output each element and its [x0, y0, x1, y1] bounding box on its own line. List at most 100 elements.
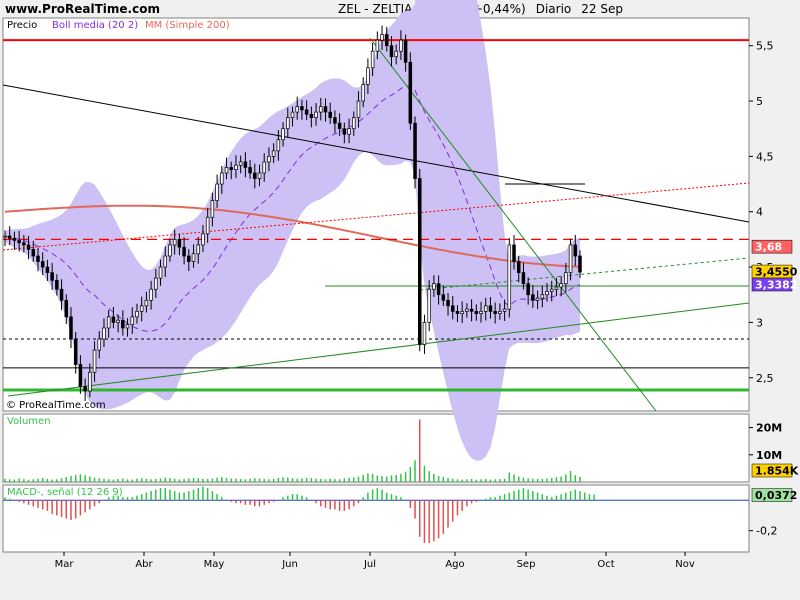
- candle-body: [413, 122, 417, 179]
- candle-body: [271, 150, 276, 157]
- candle-body: [418, 178, 422, 345]
- candle-body: [465, 308, 469, 312]
- candle-body: [121, 319, 125, 329]
- candle-body: [422, 322, 427, 345]
- candle-body: [488, 305, 493, 312]
- candle-body: [493, 311, 497, 314]
- candle-body: [385, 34, 389, 47]
- candle-body: [3, 235, 7, 238]
- candle-body: [111, 316, 116, 323]
- candle-body: [540, 294, 545, 299]
- candle-body: [559, 283, 563, 288]
- candle-body: [436, 283, 441, 296]
- candle-body: [394, 50, 398, 58]
- candle-body: [172, 239, 177, 246]
- candle-body: [69, 316, 73, 340]
- candle-body: [40, 261, 45, 268]
- candle-body: [356, 100, 361, 118]
- candle-body: [55, 280, 59, 290]
- candle-body: [73, 338, 78, 365]
- volume-tick-label: 20M: [756, 422, 782, 435]
- level-368-box: 3,68: [751, 239, 793, 254]
- candle-body: [403, 39, 408, 63]
- boll-mid-box: 3,3382: [751, 277, 797, 291]
- candle: [408, 52, 413, 130]
- candle-body: [205, 216, 210, 235]
- volume-panel[interactable]: [2, 413, 750, 483]
- candle-body: [512, 244, 516, 262]
- candle-body: [389, 45, 394, 58]
- macd-last-box: 0,0372: [751, 488, 797, 502]
- price-tick-label: 2,5: [756, 372, 774, 385]
- candle: [413, 116, 417, 189]
- candle-body: [267, 156, 271, 163]
- month-tick-label: Mar: [55, 559, 75, 570]
- candle-body: [154, 277, 158, 290]
- volume-last-text: 1.854K: [755, 465, 799, 478]
- candle-body: [139, 305, 144, 312]
- candle-body: [276, 139, 281, 152]
- legend-boll: Boll media (20 2): [52, 20, 138, 31]
- candle-body: [253, 172, 257, 179]
- candle-body: [125, 324, 130, 329]
- candle-body: [450, 305, 455, 312]
- candle: [507, 238, 512, 318]
- candle-body: [83, 386, 87, 392]
- candle-body: [196, 244, 200, 255]
- candle-body: [12, 237, 17, 241]
- candle-body: [535, 297, 540, 301]
- macd-last-text: 0,0372: [755, 489, 797, 502]
- candle-body: [498, 311, 502, 314]
- volume-title: Volumen: [7, 416, 51, 427]
- candle-body: [516, 261, 521, 273]
- candle-body: [36, 255, 40, 262]
- candle-body: [460, 311, 464, 314]
- candle-body: [224, 167, 229, 174]
- candle-body: [182, 246, 186, 257]
- month-tick-label: May: [204, 559, 225, 570]
- candle-body: [507, 244, 512, 310]
- candle-body: [309, 113, 314, 118]
- candle-body: [26, 244, 31, 250]
- boll-mid-box-text: 3,3382: [755, 278, 797, 291]
- candle-body: [304, 109, 309, 115]
- candle-body: [257, 172, 262, 179]
- candle-body: [116, 319, 120, 323]
- candle-body: [347, 128, 351, 135]
- candle-body: [50, 272, 54, 281]
- candle-body: [102, 327, 106, 340]
- candle-body: [158, 266, 163, 279]
- candle-body: [479, 311, 483, 314]
- candle-body: [177, 239, 182, 248]
- candle-body: [375, 39, 380, 52]
- candle-body: [366, 67, 370, 85]
- price-tick-label: 5,5: [756, 40, 774, 53]
- candle-body: [455, 311, 460, 314]
- candle-body: [220, 172, 224, 185]
- candle-body: [333, 117, 337, 124]
- price-tick-label: 4,5: [756, 150, 774, 163]
- candle-body: [531, 294, 535, 301]
- candle-body: [262, 161, 266, 174]
- candle-body: [545, 291, 549, 296]
- candle-body: [323, 106, 328, 113]
- candle: [418, 168, 422, 352]
- candle-body: [78, 364, 83, 387]
- level-368-box-text: 3,68: [755, 241, 782, 254]
- legend-price: Precio: [7, 20, 37, 31]
- month-tick-label: Jun: [281, 559, 298, 570]
- candle-body: [215, 183, 219, 202]
- candle-body: [144, 299, 149, 307]
- candle-body: [168, 244, 172, 257]
- candle-body: [234, 164, 238, 171]
- price-tick-label: 4: [756, 206, 763, 219]
- chart-canvas[interactable]: 2,533,544,555,53,683,45503,338220M10M1.8…: [0, 0, 800, 600]
- candle-body: [361, 84, 365, 102]
- candle-body: [568, 244, 573, 273]
- candle-body: [130, 316, 135, 326]
- candle-body: [229, 167, 233, 171]
- candle-body: [290, 111, 295, 118]
- candle-body: [314, 111, 318, 118]
- candle-body: [201, 233, 205, 246]
- candle-body: [22, 242, 26, 246]
